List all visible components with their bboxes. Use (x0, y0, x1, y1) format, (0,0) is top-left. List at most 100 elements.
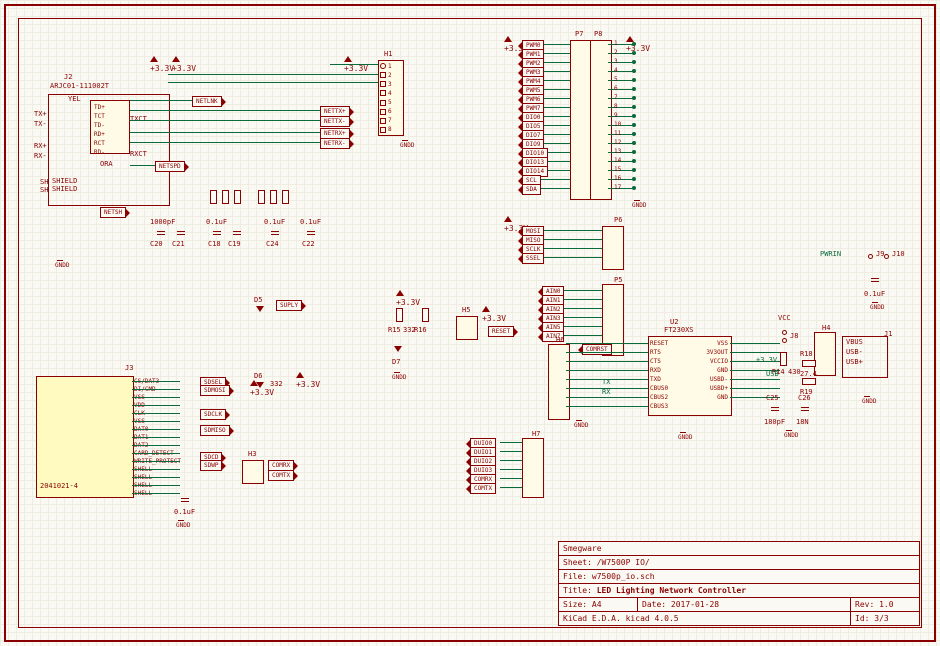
cap-C25 (770, 404, 780, 414)
ref-H3: H3 (248, 450, 256, 458)
gnd-eth: GNDD (55, 260, 65, 269)
nl-netlnk: NETLNK (192, 96, 222, 107)
txct: TXCT (130, 115, 147, 123)
gnd-j1: GNDD (862, 396, 872, 405)
nl-comrst: COMRST (582, 344, 612, 355)
cap-C18 (212, 228, 222, 238)
val-C18: 0.1uF (206, 218, 227, 226)
val-C25: 180pF (764, 418, 785, 426)
pwr-reset: +3.3V (396, 290, 404, 307)
pin-txn: TX- (34, 120, 47, 128)
ref-J2: J2 (64, 73, 72, 81)
netlabel-SDMOSI: SDMOSI (200, 385, 230, 396)
jumper-J8b (782, 338, 787, 343)
nl-nettxn: NETTX- (320, 116, 350, 127)
rct: RCT (94, 140, 105, 147)
tb-company: Smegware (559, 542, 919, 555)
pin-sh1: SH (40, 178, 48, 186)
header-H1: 12 34 56 78 (378, 60, 404, 136)
netlabel-SDCLK: SDCLK (200, 409, 226, 420)
val-R18: 27.4 (800, 370, 817, 378)
ref-H4: H4 (822, 324, 830, 332)
res-R15 (396, 308, 403, 322)
header-H5 (456, 316, 478, 340)
schematic-canvas: J2 ARJC01-111002T YEL ORA TXCT RXCT TX+ … (0, 0, 940, 646)
tag-usb: USB (766, 370, 779, 378)
part-J2: ARJC01-111002T (50, 82, 109, 90)
ref-P6: P6 (614, 216, 622, 224)
netlabel-SDA: SDA (522, 184, 541, 195)
cap-C19 (232, 228, 242, 238)
pwr-h5: +3.3V (482, 306, 490, 323)
usb-: USB- (846, 348, 863, 356)
jumper-J10 (884, 254, 889, 259)
pwr-led: +3.3V (296, 372, 304, 389)
cap-C21 (176, 228, 186, 238)
res-R19 (802, 378, 816, 385)
res-R18 (802, 360, 816, 367)
tag-pwrin: PWRIN (820, 250, 841, 258)
ref-H5: H5 (462, 306, 470, 314)
pin-txp: TX+ (34, 110, 47, 118)
header-H3 (242, 460, 264, 484)
header-P6 (602, 226, 624, 270)
cap-C20 (156, 228, 166, 238)
res-R16 (422, 308, 429, 322)
cap-C24 (270, 228, 280, 238)
shield1: SHIELD (52, 177, 77, 185)
sig-ora: ORA (100, 160, 113, 168)
gnd-usb: GNDD (784, 430, 794, 439)
gnd-h1: GNDD (400, 140, 410, 149)
tb-title: Title: LED Lighting Network Controller (559, 584, 919, 597)
gnd-p8: GNDD (632, 200, 642, 209)
w-nettxp (130, 110, 330, 111)
netlabel-SDMISO: SDMISO (200, 425, 230, 436)
ref-H1: H1 (384, 50, 392, 58)
33v-u2: +3.3V (756, 356, 777, 364)
led-D6 (256, 382, 264, 388)
tag-tx: TX (602, 378, 610, 386)
nl-suply: SUPLY (276, 300, 302, 311)
td-: TD- (94, 122, 105, 129)
tb-size: Size: A4 (559, 598, 638, 611)
rd+: RD+ (94, 131, 105, 138)
led-D7 (394, 346, 402, 352)
res-r1 (210, 190, 217, 204)
cap-C23 (180, 495, 190, 505)
td+: TD+ (94, 104, 105, 111)
usb+: USB+ (846, 358, 863, 366)
ref-H6: H6 (556, 336, 564, 344)
tb-rev: Rev: 1.0 (851, 598, 919, 611)
val-pwrin-cap: 0.1uF (864, 290, 885, 298)
tag-rx: RX (602, 388, 610, 396)
val-R14: 430 (788, 368, 801, 376)
gnd-u2: GNDD (678, 432, 688, 441)
ref-P7: P7 (575, 30, 583, 38)
jumper-J8a (782, 330, 787, 335)
res-R14 (780, 352, 787, 366)
rd-: RD- (94, 149, 105, 156)
header-H6 (548, 344, 570, 420)
nl-netrxn: NETRX- (320, 138, 350, 149)
ref-J3: J3 (125, 364, 133, 372)
ref-P8: P8 (594, 30, 602, 38)
pin-rxn: RX- (34, 152, 47, 160)
ref-P5: P5 (614, 276, 622, 284)
cap-C22 (306, 228, 316, 238)
led-D5 (256, 306, 264, 312)
pin-rxp: RX+ (34, 142, 47, 150)
pwr-33v-eth1: +3.3V (150, 56, 158, 73)
gnd-reset: GNDD (392, 372, 402, 381)
gnd-pwrin: GNDD (870, 302, 880, 311)
netlabel-SSEL: SSEL (522, 253, 544, 264)
tct: TCT (94, 113, 105, 120)
tb-tool: KiCad E.D.A. kicad 4.0.5 (559, 612, 851, 625)
pin-sh2: SH (40, 186, 48, 194)
val-C22: 0.1uF (300, 218, 321, 226)
tb-sheet: Sheet: /W7500P IO/ (559, 556, 919, 569)
pwr-33v-eth2: +3.3V (172, 56, 180, 73)
tb-file: File: w7500p_io.sch (559, 570, 919, 583)
header-P7 (570, 40, 592, 200)
header-H7 (522, 438, 544, 498)
gnd-h6: GNDD (574, 420, 584, 429)
